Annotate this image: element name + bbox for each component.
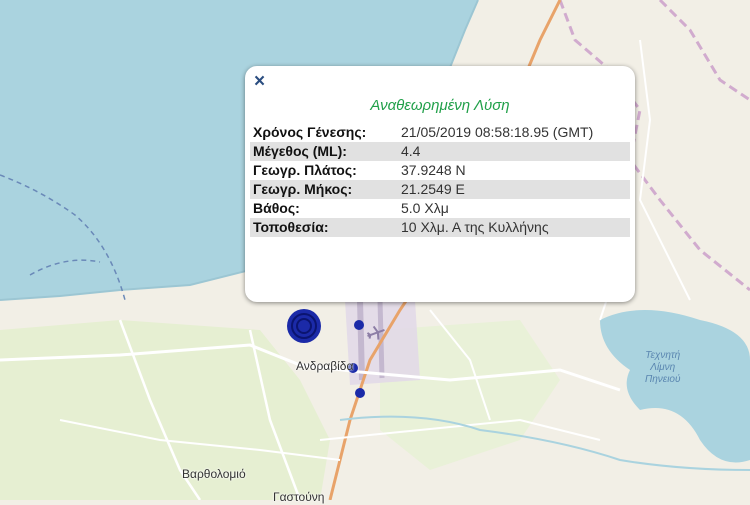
info-label: Γεωγρ. Πλάτος: [253, 162, 357, 178]
info-value: 37.9248 N [401, 162, 466, 178]
quake-info-table: Χρόνος Γένεσης: 21/05/2019 08:58:18.95 (… [250, 123, 630, 237]
quake-dot-marker[interactable] [354, 320, 364, 330]
popup-title: Αναθεωρημένη Λύση [370, 97, 510, 114]
earthquake-info-popup: × Αναθεωρημένη Λύση Χρόνος Γένεσης: 21/0… [245, 66, 635, 302]
info-row-longitude: Γεωγρ. Μήκος: 21.2549 E [250, 180, 630, 199]
info-row-latitude: Γεωγρ. Πλάτος: 37.9248 N [250, 161, 630, 180]
lake-label-line: Τεχνητή [645, 350, 681, 361]
info-label: Μέγεθος (ML): [250, 142, 398, 161]
info-label: Τοποθεσία: [250, 218, 398, 237]
place-label: Ανδραβίδα [296, 359, 354, 373]
info-row-magnitude: Μέγεθος (ML): 4.4 [250, 142, 630, 161]
lake-label-line: Πηνειού [645, 374, 681, 385]
info-value: 10 Χλμ. Α της Κυλλήνης [398, 218, 630, 237]
info-label: Χρόνος Γένεσης: [253, 124, 367, 140]
place-label: Γαστούνη [273, 490, 325, 504]
main-quake-marker[interactable] [287, 309, 321, 343]
info-row-location: Τοποθεσία: 10 Χλμ. Α της Κυλλήνης [250, 218, 630, 237]
runway [357, 299, 365, 381]
lake-label: Τεχνητή Λίμνη Πηνειού [645, 350, 680, 386]
quake-dot-marker[interactable] [355, 388, 365, 398]
lake-label-line: Λίμνη [650, 362, 676, 373]
info-value: 4.4 [398, 142, 630, 161]
info-row-depth: Βάθος: 5.0 Χλμ [250, 199, 630, 218]
info-value: 5.0 Χλμ [401, 200, 449, 216]
info-label: Γεωγρ. Μήκος: [250, 180, 398, 199]
info-label: Βάθος: [253, 200, 300, 216]
info-value: 21.2549 E [398, 180, 630, 199]
info-value: 21/05/2019 08:58:18.95 (GMT) [401, 124, 594, 140]
info-row-origin-time: Χρόνος Γένεσης: 21/05/2019 08:58:18.95 (… [250, 123, 630, 142]
close-icon[interactable]: × [254, 71, 265, 93]
place-label: Βαρθολομιό [182, 467, 246, 481]
